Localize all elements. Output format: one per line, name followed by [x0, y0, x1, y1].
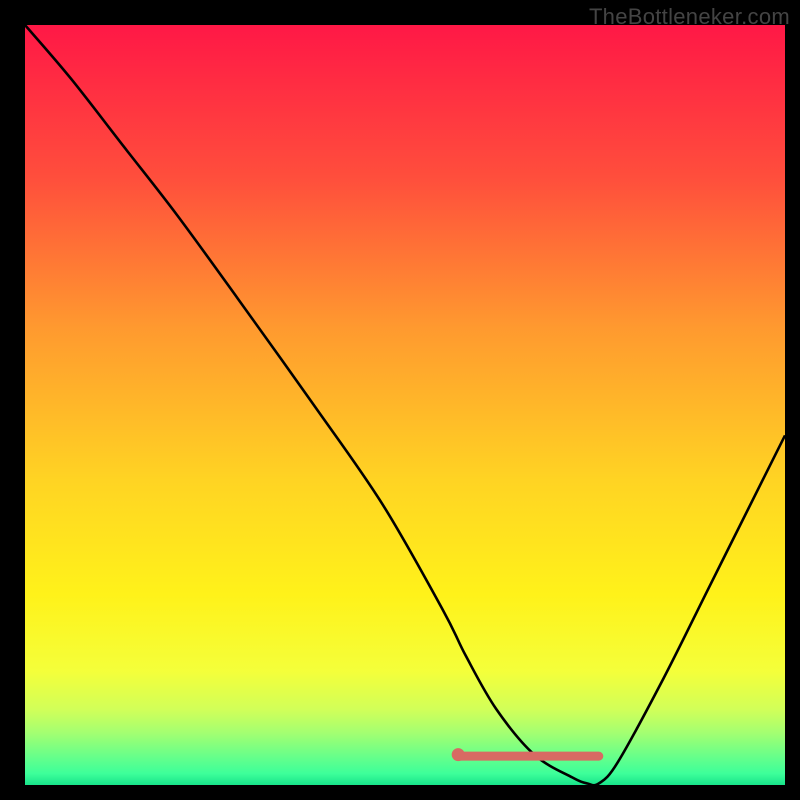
bottleneck-curve [25, 25, 785, 785]
chart-container: TheBottleneker.com [0, 0, 800, 800]
curve-layer [25, 25, 785, 785]
watermark-text: TheBottleneker.com [589, 4, 790, 30]
optimal-point-marker [452, 748, 465, 761]
plot-area [25, 25, 785, 785]
